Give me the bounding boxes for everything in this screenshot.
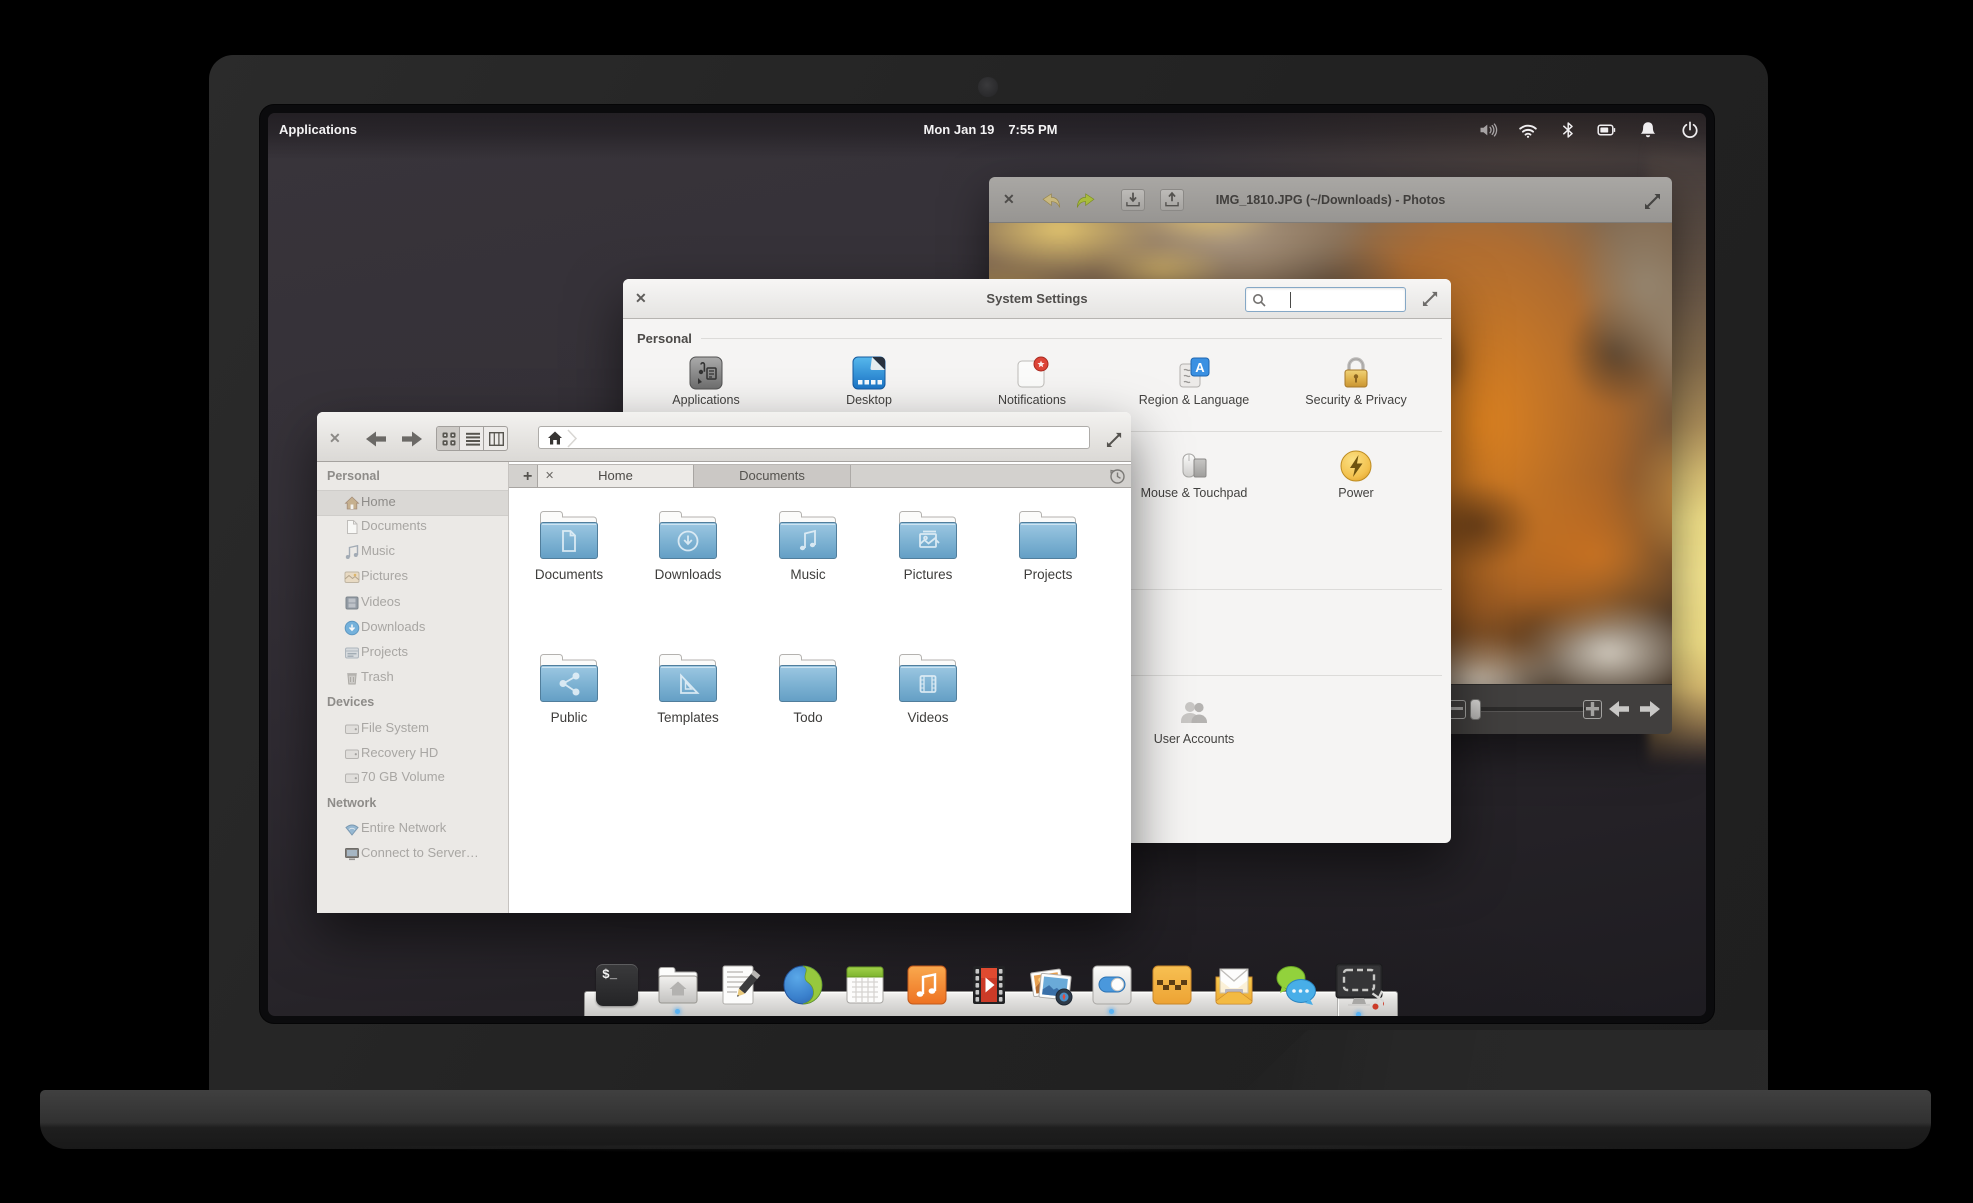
svg-text:A: A — [1195, 360, 1205, 375]
